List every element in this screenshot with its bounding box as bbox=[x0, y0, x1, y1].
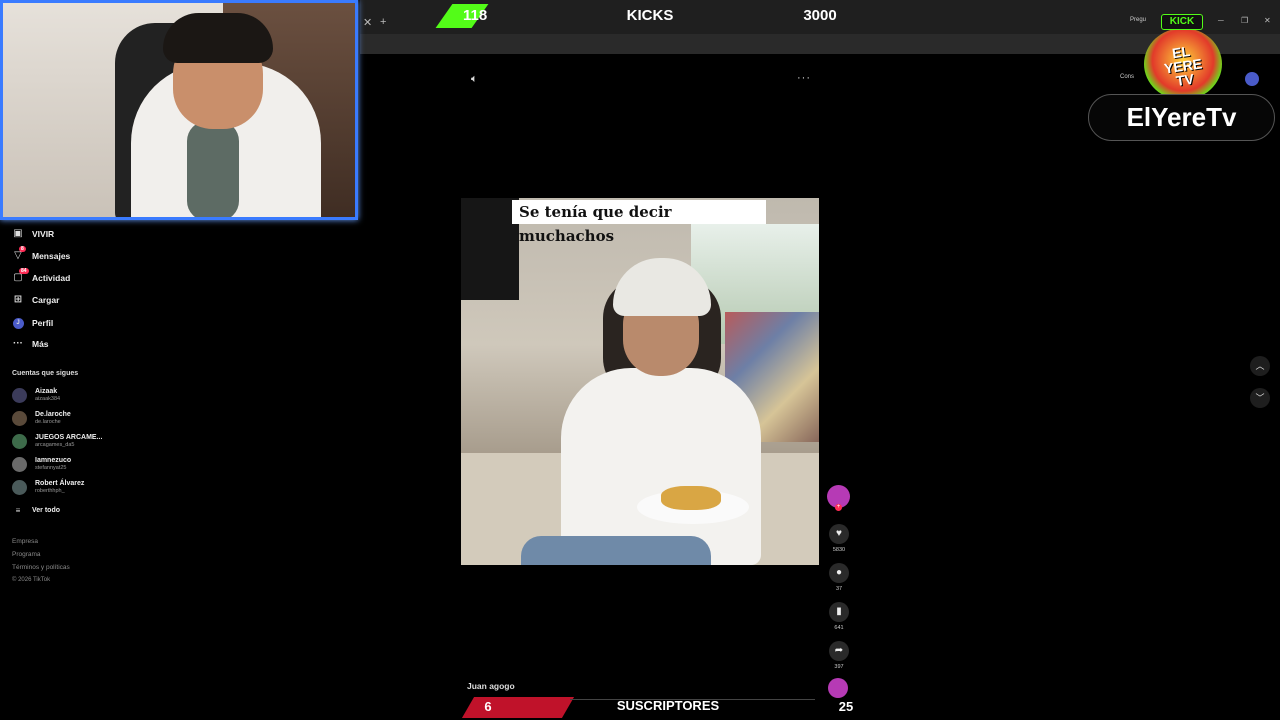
comment-icon: ● bbox=[829, 563, 849, 583]
subs-count: 6 bbox=[484, 699, 492, 714]
avatar bbox=[12, 388, 27, 403]
restore-icon[interactable]: ❐ bbox=[1241, 16, 1248, 25]
logo-text: EL YERE TV bbox=[1163, 42, 1203, 90]
next-video-button[interactable]: ﹀ bbox=[1250, 388, 1270, 408]
activity-icon: ▢ 84 bbox=[13, 268, 29, 283]
account-avatar[interactable] bbox=[1245, 72, 1259, 86]
followed-account[interactable]: JUEGOS ARCAME... arcagames_da5 bbox=[12, 434, 102, 449]
follow-plus-icon[interactable]: + bbox=[835, 504, 842, 511]
bookmark-icon: ▮ bbox=[829, 602, 849, 622]
sidebar-item-label: Actividad bbox=[32, 272, 71, 283]
comment-count: 37 bbox=[835, 586, 843, 592]
more-icon: ··· bbox=[13, 338, 23, 349]
footer-link[interactable]: Términos y políticas bbox=[12, 564, 70, 571]
avatar bbox=[12, 480, 27, 495]
sidebar-item-upload[interactable]: ⊞ Cargar bbox=[12, 294, 60, 305]
profile-icon: J bbox=[12, 316, 24, 329]
share-count: 397 bbox=[834, 664, 844, 670]
sidebar-item-messages[interactable]: ▽ 8 Mensajes bbox=[12, 246, 71, 261]
sidebar-item-activity[interactable]: ▢ 84 Actividad bbox=[12, 268, 71, 283]
chevron-down-icon: ﹀ bbox=[1255, 393, 1265, 403]
subs-label: SUSCRIPTORES bbox=[616, 698, 720, 713]
streamer-webcam bbox=[0, 0, 358, 220]
followed-account[interactable]: Robert Álvarez roberthhph_ bbox=[12, 480, 84, 495]
like-count: 5830 bbox=[832, 547, 846, 553]
sidebar-item-more[interactable]: ··· Más bbox=[12, 338, 49, 349]
followed-account[interactable]: Iamnezuco stefannyat25 bbox=[12, 457, 71, 472]
followed-account[interactable]: De.laroche de.laroche bbox=[12, 411, 71, 426]
sidebar-item-live[interactable]: ▣ VIVIR bbox=[12, 228, 54, 239]
video-jeans bbox=[521, 536, 711, 565]
window-close-icon[interactable]: ✕ bbox=[1264, 16, 1271, 25]
avatar bbox=[12, 457, 27, 472]
copyright-text: © 2026 TikTok bbox=[12, 577, 51, 583]
promo-chip[interactable]: Cons bbox=[1120, 74, 1134, 80]
minimize-icon[interactable]: ─ bbox=[1218, 16, 1224, 25]
kick-tag: KICK bbox=[1161, 14, 1203, 30]
comment-button[interactable]: ● 37 bbox=[829, 563, 849, 592]
close-tab-icon[interactable]: ✕ bbox=[363, 16, 372, 29]
video-tv-area bbox=[461, 198, 519, 300]
video-caption: Se tenía que decir muchachos bbox=[512, 200, 766, 245]
live-icon: ▣ bbox=[13, 228, 23, 239]
new-tab-icon[interactable]: + bbox=[380, 16, 386, 28]
subs-goal: 25 bbox=[838, 699, 854, 714]
video-author[interactable]: Juan agogo bbox=[467, 681, 515, 691]
browser-address-bar[interactable] bbox=[360, 34, 1280, 54]
webcam-arm bbox=[187, 121, 239, 217]
previous-video-button[interactable]: ︿ bbox=[1250, 356, 1270, 376]
sidebar-item-label: VIVIR bbox=[32, 228, 55, 239]
upload-icon: ⊞ bbox=[13, 294, 23, 305]
sidebar-item-label: Cargar bbox=[32, 294, 60, 305]
avatar bbox=[12, 434, 27, 449]
save-button[interactable]: ▮ 641 bbox=[829, 602, 849, 631]
author-avatar[interactable] bbox=[828, 678, 848, 698]
share-icon: ➦ bbox=[829, 641, 849, 661]
list-icon: ≡ bbox=[15, 506, 21, 515]
activity-badge: 84 bbox=[19, 268, 29, 274]
profile-chip[interactable]: Pregu bbox=[1130, 17, 1146, 23]
webcam-hair bbox=[163, 13, 273, 63]
kick-goal: 3000 bbox=[803, 7, 837, 24]
followed-account[interactable]: Aizaak aizaak384 bbox=[12, 388, 60, 403]
footer-link[interactable]: Programa bbox=[12, 551, 41, 558]
messages-badge: 8 bbox=[19, 246, 26, 252]
channel-name: ElYereTv bbox=[1088, 94, 1275, 141]
volume-icon[interactable]: 🔈︎ bbox=[471, 73, 478, 86]
video-food bbox=[661, 486, 721, 510]
heart-icon: ♥ bbox=[829, 524, 849, 544]
kick-label: KICKS bbox=[626, 7, 674, 24]
like-button[interactable]: ♥ 5830 bbox=[829, 524, 849, 553]
video-player[interactable] bbox=[461, 198, 819, 565]
sidebar-item-label: Perfil bbox=[32, 317, 54, 328]
kick-count: 118 bbox=[463, 7, 488, 24]
see-all-link[interactable]: ≡ Ver todo bbox=[12, 506, 60, 515]
share-button[interactable]: ➦ 397 bbox=[829, 641, 849, 670]
chevron-up-icon: ︿ bbox=[1255, 361, 1265, 371]
avatar bbox=[12, 411, 27, 426]
sidebar-item-profile[interactable]: J Perfil bbox=[12, 316, 53, 329]
following-section-title: Cuentas que sigues bbox=[12, 370, 79, 377]
messages-icon: ▽ 8 bbox=[14, 246, 26, 261]
more-options-icon[interactable]: ··· bbox=[797, 72, 811, 84]
save-count: 641 bbox=[834, 625, 844, 631]
sidebar-item-label: Más bbox=[32, 338, 49, 349]
footer-link[interactable]: Empresa bbox=[12, 538, 38, 545]
sidebar-item-label: Mensajes bbox=[32, 250, 71, 261]
